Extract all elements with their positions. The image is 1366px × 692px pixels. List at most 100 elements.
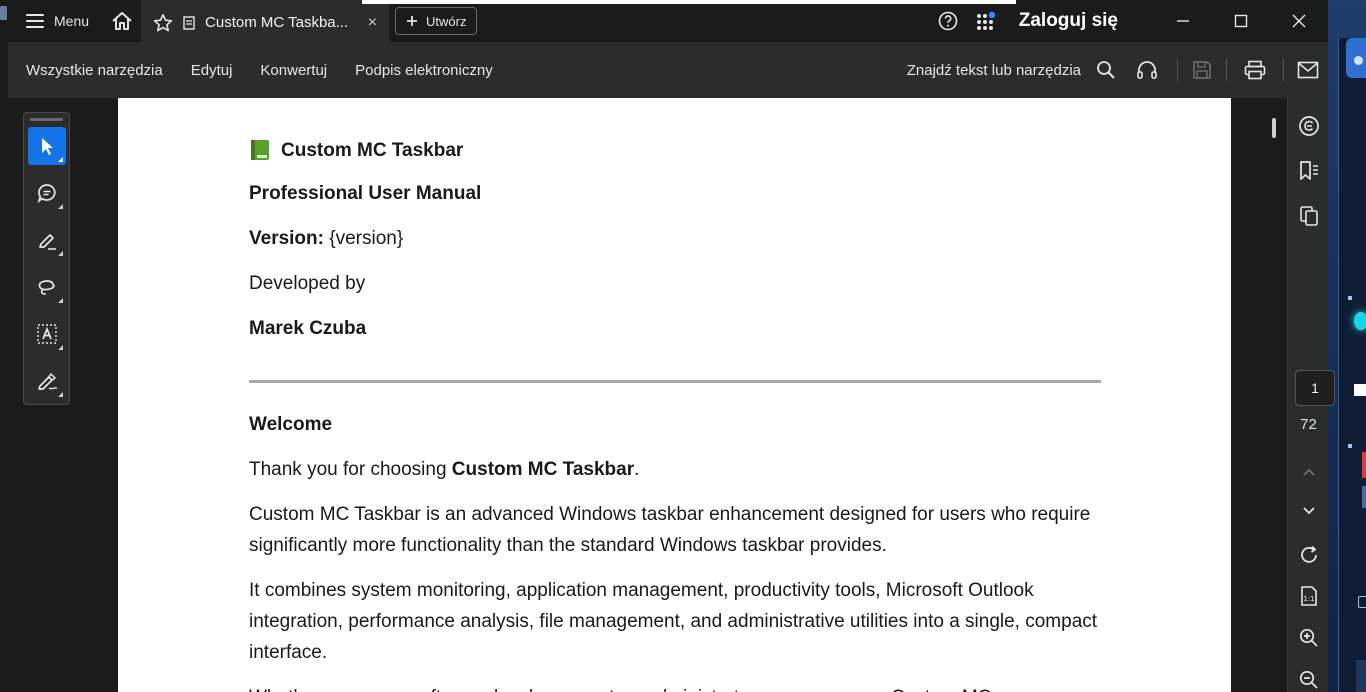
desktop-mini-icon[interactable] [1358, 596, 1366, 608]
text-box-icon [37, 324, 57, 344]
sign-in-link[interactable]: Zaloguj się [1005, 10, 1154, 32]
chevron-down-icon [1302, 507, 1315, 515]
desktop-status-light [1354, 312, 1366, 330]
star-icon[interactable] [153, 13, 173, 33]
pages-icon [1299, 206, 1318, 226]
thanks-prefix: Thank you for choosing [249, 459, 452, 480]
print-button[interactable] [1231, 42, 1279, 98]
toolbar-separator [1283, 59, 1284, 81]
thanks-suffix: . [634, 459, 640, 480]
toolbar-separator [1177, 59, 1178, 81]
screen: Menu Custom MC Taskba... × Utwórz Zalogu… [0, 0, 1366, 692]
cursor-icon [42, 138, 53, 155]
left-tool-area [8, 98, 118, 692]
sign-pen-icon [38, 372, 58, 390]
scrollbar-thumb[interactable] [1272, 118, 1276, 138]
help-icon [938, 11, 958, 31]
tab-title: Custom MC Taskba... [205, 14, 349, 31]
apps-grid-icon [976, 11, 995, 30]
tool-options-indicator [58, 345, 63, 350]
desktop-marker [1348, 296, 1352, 300]
desktop-strip [1328, 0, 1366, 692]
tool-options-indicator [58, 298, 63, 303]
vertical-scroll-track[interactable] [1231, 98, 1287, 692]
help-button[interactable] [929, 0, 967, 42]
welcome-heading: Welcome [249, 414, 333, 435]
rotate-button[interactable] [1288, 537, 1329, 573]
mail-icon [1297, 61, 1319, 79]
text-tool[interactable] [28, 315, 66, 353]
next-page-button[interactable] [1288, 493, 1329, 529]
desktop-blue-bar [1362, 486, 1366, 508]
maximize-button[interactable] [1212, 0, 1270, 42]
tab-close-button[interactable]: × [368, 14, 377, 32]
menu-all-tools[interactable]: Wszystkie narzędzia [26, 62, 163, 79]
author-name: Marek Czuba [249, 318, 367, 339]
menu-edit[interactable]: Edytuj [191, 62, 233, 79]
annotation-toolbar [23, 112, 70, 405]
read-aloud-button[interactable] [1121, 42, 1173, 98]
ai-assistant-button[interactable] [1288, 108, 1329, 144]
home-icon [112, 12, 132, 30]
search-label[interactable]: Znajdź tekst lub narzędzia [907, 62, 1081, 79]
save-button[interactable] [1182, 42, 1222, 98]
apps-button[interactable] [967, 0, 1005, 42]
pdf-file-icon [183, 15, 195, 30]
toolbar-separator [1226, 59, 1227, 81]
desktop-marker [1348, 444, 1352, 448]
zoom-out-button[interactable] [1288, 662, 1329, 692]
bookmark-list-icon [1299, 161, 1318, 180]
menu-button[interactable]: Menu [8, 0, 103, 42]
developed-by-text: Developed by [249, 273, 366, 294]
version-label: Version: [249, 228, 324, 249]
search-button[interactable] [1091, 42, 1121, 98]
create-button[interactable]: Utwórz [395, 7, 478, 35]
save-icon [1193, 61, 1211, 79]
version-value: {version} [323, 228, 404, 249]
background-window-icon [0, 6, 7, 20]
intro-paragraph-1: Custom MC Taskbar is an advanced Windows… [249, 504, 1091, 556]
highlight-tool[interactable] [28, 221, 66, 259]
desktop-widget-icon[interactable] [1346, 38, 1366, 78]
menubar-actions: Znajdź tekst lub narzędzia [907, 42, 1328, 98]
tool-options-indicator [58, 204, 63, 209]
create-label: Utwórz [426, 13, 467, 29]
current-page-input[interactable]: 1 [1295, 370, 1335, 406]
toolbar-grip[interactable] [30, 118, 63, 121]
minimize-button[interactable] [1154, 0, 1212, 42]
document-title-text: Custom MC Taskbar [281, 139, 464, 161]
comment-tool[interactable] [28, 174, 66, 212]
email-button[interactable] [1288, 42, 1328, 98]
headphones-icon [1137, 61, 1157, 79]
print-icon [1244, 60, 1266, 80]
previous-page-button[interactable] [1288, 454, 1329, 490]
desktop-checkbox[interactable] [1354, 384, 1366, 396]
tool-options-indicator [58, 392, 63, 397]
zoom-in-button[interactable] [1288, 620, 1329, 656]
document-tab[interactable]: Custom MC Taskba... × [141, 0, 390, 42]
document-title: Custom MC Taskbar [249, 136, 1109, 164]
home-button[interactable] [103, 0, 141, 42]
green-book-icon [251, 140, 269, 160]
actual-size-button[interactable]: 1:1 [1288, 578, 1329, 614]
draw-tool[interactable] [28, 268, 66, 306]
select-tool[interactable] [28, 127, 66, 165]
tool-options-indicator [58, 251, 63, 256]
sign-tool[interactable] [28, 362, 66, 400]
close-window-button[interactable] [1270, 0, 1328, 42]
maximize-icon [1234, 14, 1248, 28]
menu-convert[interactable]: Konwertuj [260, 62, 327, 79]
total-pages: 72 [1300, 416, 1317, 433]
menu-label: Menu [54, 13, 90, 29]
close-icon [1292, 14, 1306, 28]
hamburger-icon [26, 14, 44, 28]
document-content: Custom MC Taskbar Professional User Manu… [249, 136, 1109, 692]
intro-paragraph-2: It combines system monitoring, applicati… [249, 580, 1098, 663]
menu-e-signature[interactable]: Podpis elektroniczny [355, 62, 493, 79]
page-thumbnails-button[interactable] [1288, 198, 1329, 234]
bookmarks-button[interactable] [1288, 153, 1329, 189]
zoom-out-icon [1299, 670, 1318, 689]
chevron-up-icon [1302, 468, 1315, 476]
titlebar-actions: Zaloguj się [929, 0, 1328, 42]
ai-assistant-icon [1298, 116, 1319, 136]
